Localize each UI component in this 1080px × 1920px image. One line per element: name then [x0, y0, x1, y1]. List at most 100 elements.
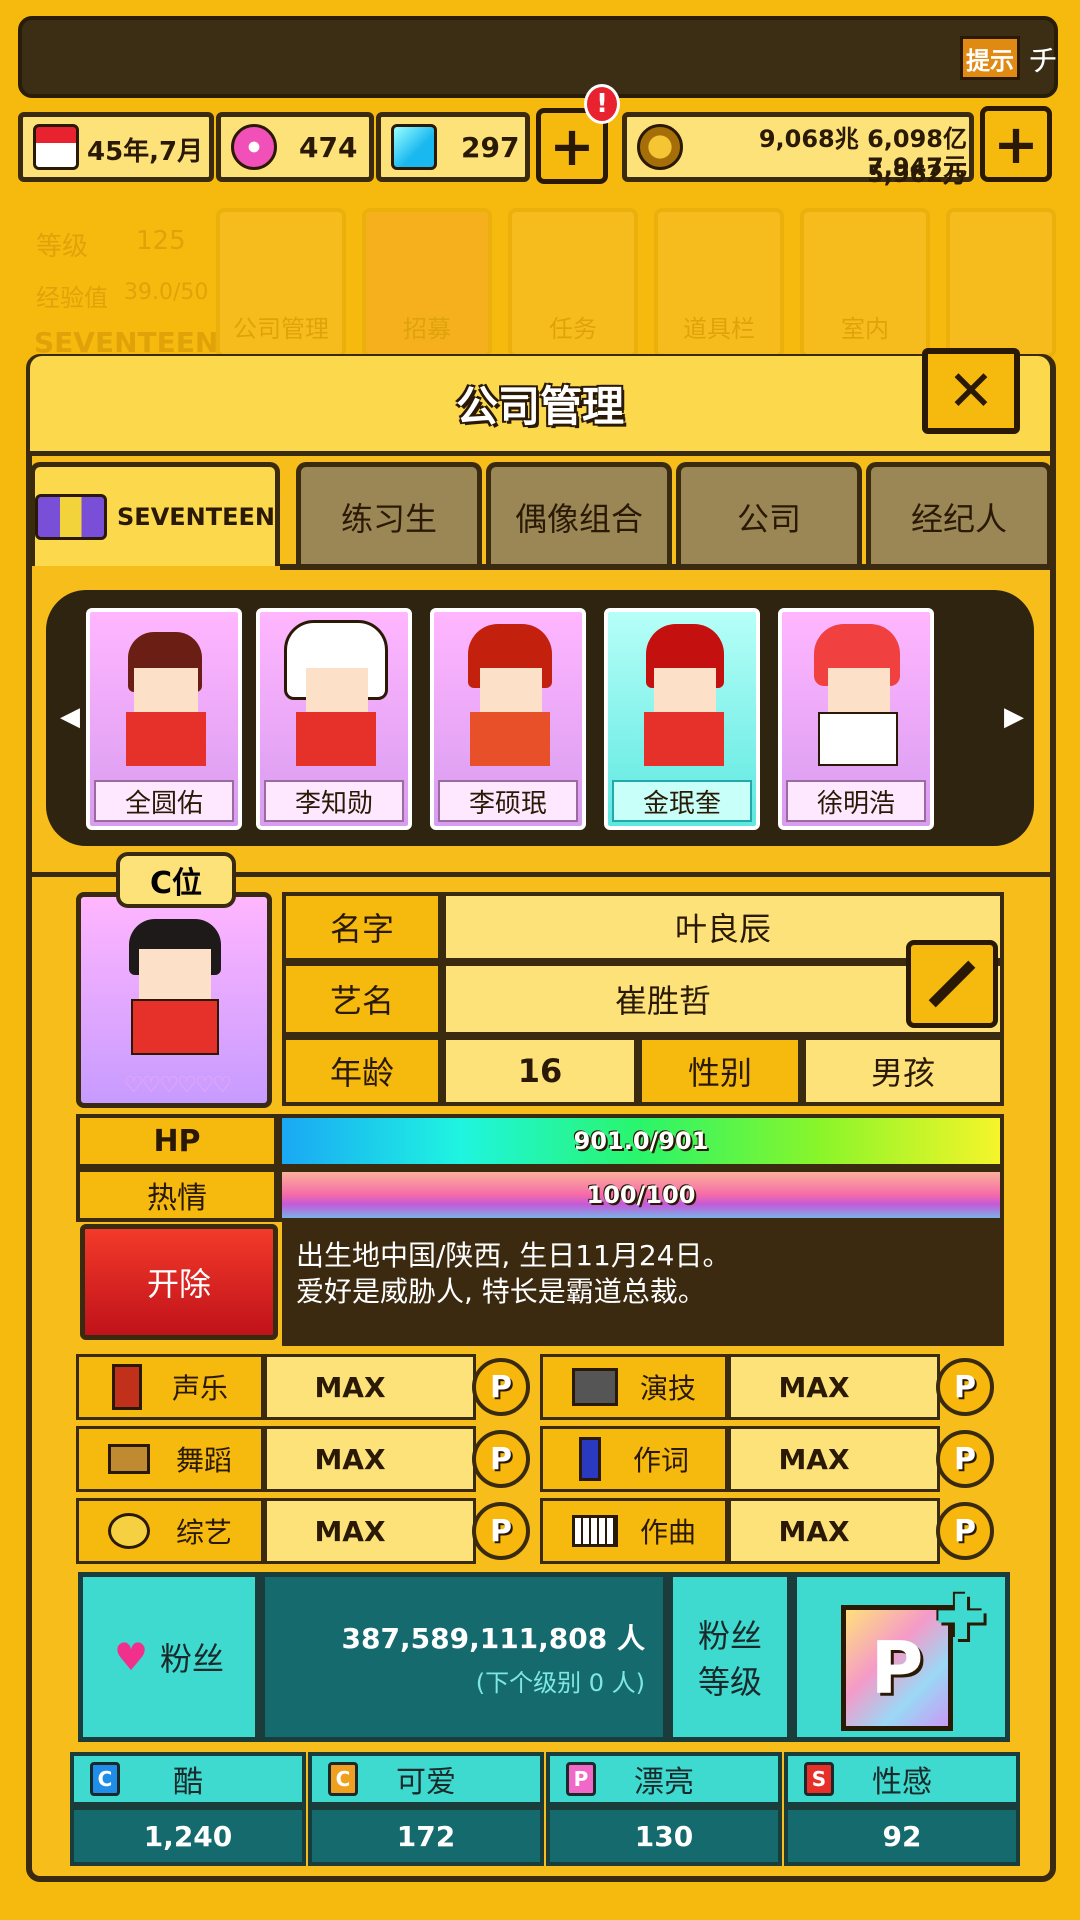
bg-level-value: 125: [136, 226, 186, 256]
edit-pencil-button[interactable]: [906, 940, 998, 1028]
skill-acting-label: 演技: [639, 1372, 696, 1405]
money-display: 9,068兆 6,098亿 5,962万 7,947元: [622, 112, 974, 188]
tab-manager[interactable]: 经纪人: [866, 462, 1052, 566]
fan-level-label-line2: 等级: [697, 1663, 762, 1701]
member-face: [828, 668, 890, 712]
skill-compose-upgrade-button[interactable]: P: [936, 1502, 994, 1560]
date-text: 45年,7月: [87, 137, 204, 167]
bg-menu-mail: [946, 208, 1056, 358]
bio-line2: 爱好是威胁人, 特长是霸道总裁。: [296, 1275, 706, 1308]
member-name: 金珉奎: [612, 780, 752, 822]
member-face: [480, 668, 542, 712]
tab-idol-group[interactable]: 偶像组合: [486, 462, 672, 566]
skill-dance-label: 舞蹈: [175, 1444, 232, 1477]
stat-cool-label: 酷: [173, 1765, 203, 1800]
bg-menu-interior: 室内: [800, 208, 930, 358]
tab-company[interactable]: 公司: [676, 462, 862, 566]
bg-exp-label: 经验值: [36, 284, 108, 312]
heart-icon: ♥: [113, 1635, 149, 1679]
calendar-icon: [33, 124, 79, 170]
age-label: 年龄: [282, 1036, 442, 1106]
tab-seventeen-label: SEVENTEEN: [117, 502, 275, 531]
panel-title: 公司管理: [30, 356, 1050, 456]
piano-icon: [571, 1515, 618, 1547]
tab-seventeen[interactable]: SEVENTEEN: [30, 462, 280, 566]
member-body: [470, 712, 550, 766]
top-strip: [18, 16, 1058, 98]
skill-compose: 作曲: [540, 1498, 728, 1564]
skill-lyrics-label: 作词: [632, 1444, 689, 1477]
fan-next-level: (下个级别 0 人): [475, 1669, 645, 1697]
member-body: [818, 712, 898, 766]
skill-acting-upgrade-button[interactable]: P: [936, 1358, 994, 1416]
pink-gem-count: 474: [299, 131, 358, 164]
stat-cute-value: 172: [308, 1806, 544, 1866]
member-card-selected[interactable]: 金珉奎: [604, 608, 760, 830]
bg-menu-items: 道具栏: [654, 208, 784, 358]
member-card[interactable]: 全圆佑: [86, 608, 242, 830]
bg-menu-tasks: 任务: [508, 208, 638, 358]
skill-vocal-upgrade-button[interactable]: P: [472, 1358, 530, 1416]
member-card[interactable]: 徐明浩: [778, 608, 934, 830]
member-card[interactable]: 李知勋: [256, 608, 412, 830]
avatar-body: [131, 999, 219, 1055]
pink-gem-display: 474: [216, 112, 374, 182]
skill-dance-upgrade-button[interactable]: P: [472, 1430, 530, 1488]
member-name: 李硕珉: [438, 780, 578, 822]
group-icon: [35, 493, 108, 540]
skill-acting-value: MAX: [728, 1354, 940, 1420]
pen-icon: [578, 1437, 601, 1481]
skill-vocal-label: 声乐: [171, 1372, 228, 1405]
fan-level-label-line1: 粉丝: [697, 1617, 762, 1655]
smile-icon: [107, 1513, 150, 1549]
close-button[interactable]: ✕: [922, 348, 1020, 434]
blue-gem-display: 297: [376, 112, 530, 182]
skill-variety-upgrade-button[interactable]: P: [472, 1502, 530, 1560]
stat-pretty-label: 漂亮: [634, 1765, 694, 1800]
heart-rating: ♡♡♡♡♡♡: [123, 1072, 232, 1098]
add-money-button[interactable]: +: [980, 106, 1052, 182]
stat-cute: C 可爱: [308, 1752, 544, 1806]
stat-cool: C 酷: [70, 1752, 306, 1806]
skill-lyrics-upgrade-button[interactable]: P: [936, 1430, 994, 1488]
stat-cool-value: 1,240: [70, 1806, 306, 1866]
member-body: [644, 712, 724, 766]
hp-bar: 901.0/901: [278, 1114, 1004, 1168]
blue-gem-icon: [391, 124, 437, 170]
stat-cute-label: 可爱: [396, 1765, 456, 1800]
carousel-left-arrow-icon[interactable]: ◀: [60, 702, 80, 732]
tip-button[interactable]: 提示: [960, 36, 1020, 80]
stage-name-label: 艺名: [282, 962, 442, 1036]
skill-acting: 演技: [540, 1354, 728, 1420]
skill-variety-value: MAX: [264, 1498, 476, 1564]
skill-variety-label: 综艺: [175, 1516, 232, 1549]
tab-underline: [280, 564, 1050, 570]
skill-compose-label: 作曲: [639, 1516, 696, 1549]
tab-trainee[interactable]: 练习生: [296, 462, 482, 566]
hp-label: HP: [76, 1114, 278, 1168]
fan-count: 387,589,111,808 人: [341, 1622, 645, 1655]
fan-count-box: 387,589,111,808 人 (下个级别 0 人): [260, 1572, 668, 1742]
position-badge: C位: [116, 852, 236, 908]
member-card[interactable]: 李硕珉: [430, 608, 586, 830]
pink-gem-icon: [231, 124, 277, 170]
passion-value: 100/100: [586, 1181, 696, 1209]
skill-vocal: 声乐: [76, 1354, 264, 1420]
bg-level-label: 等级: [36, 232, 89, 262]
member-name: 徐明浩: [786, 780, 926, 822]
more-label: チ: [1028, 44, 1058, 79]
skill-compose-value: MAX: [728, 1498, 940, 1564]
age-value: 16: [442, 1036, 638, 1106]
member-face: [306, 668, 368, 712]
member-face: [654, 668, 716, 712]
carousel-right-arrow-icon[interactable]: ▶: [1004, 702, 1024, 732]
member-body: [126, 712, 206, 766]
blue-gem-count: 297: [461, 131, 520, 164]
fire-button[interactable]: 开除: [80, 1224, 278, 1340]
fan-level-box: P ✚: [792, 1572, 1010, 1742]
skill-lyrics: 作词: [540, 1426, 728, 1492]
member-body: [296, 712, 376, 766]
shoe-icon: [107, 1444, 150, 1474]
alert-badge: !: [584, 84, 620, 124]
gender-value: 男孩: [802, 1036, 1004, 1106]
